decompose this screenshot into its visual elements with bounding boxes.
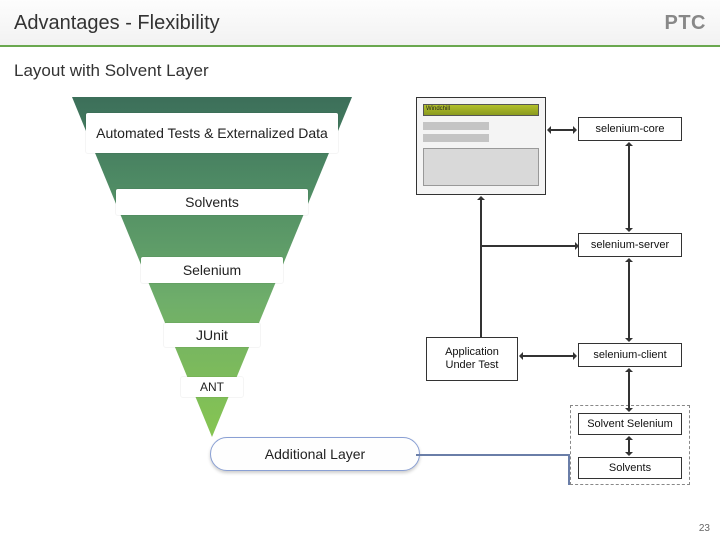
triangle-band-tests: Automated Tests & Externalized Data	[86, 113, 338, 153]
box-solvents: Solvents	[578, 457, 682, 479]
arrow-solvent-solvents	[628, 437, 630, 455]
box-application-under-test: Application Under Test	[426, 337, 518, 381]
arrow-browser-aut	[480, 197, 482, 337]
architecture-diagram: Windchill selenium-core selenium-server …	[400, 97, 700, 507]
arrow-server-client	[628, 259, 630, 341]
page-number: 23	[699, 523, 710, 534]
callout-label: Additional Layer	[265, 446, 365, 462]
slide-header: Advantages - Flexibility PTC	[0, 0, 720, 47]
arrow-browser-core	[548, 129, 576, 131]
triangle-band-junit: JUnit	[164, 323, 260, 347]
ptc-logo: PTC	[665, 12, 707, 35]
triangle-band-selenium: Selenium	[141, 257, 283, 283]
arrow-aut-client	[520, 355, 576, 357]
browser-title: Windchill	[426, 106, 450, 112]
slide-subtitle: Layout with Solvent Layer	[0, 47, 720, 87]
browser-chrome-row	[423, 122, 489, 130]
slide-content: Automated Tests & Externalized Data Solv…	[0, 87, 720, 527]
browser-content-block	[423, 148, 539, 186]
triangle-band-ant: ANT	[181, 377, 243, 397]
triangle-band-solvents: Solvents	[116, 189, 308, 215]
arrow-aut-server	[480, 245, 578, 247]
additional-layer-callout: Additional Layer	[210, 437, 420, 471]
arrow-core-server	[628, 143, 630, 231]
slide-title: Advantages - Flexibility	[14, 12, 220, 35]
browser-window: Windchill	[416, 97, 546, 195]
layer-triangle: Automated Tests & Externalized Data Solv…	[72, 97, 352, 437]
browser-chrome-row	[423, 134, 489, 142]
arrow-client-solvent	[628, 369, 630, 411]
